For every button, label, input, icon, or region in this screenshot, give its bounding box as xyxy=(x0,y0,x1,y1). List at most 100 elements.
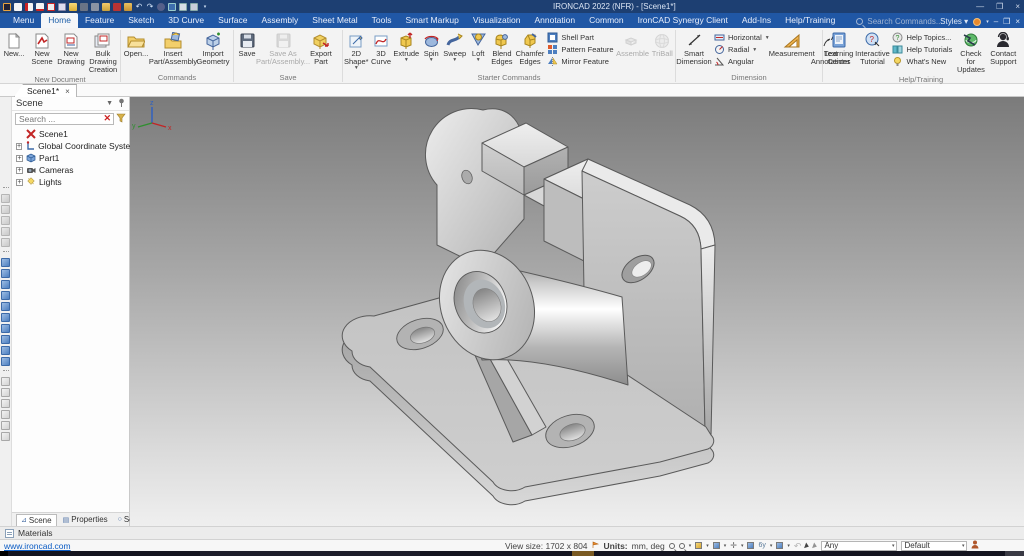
export-part-button[interactable]: Export Part xyxy=(306,30,336,67)
new-drawing-icon[interactable] xyxy=(36,3,44,11)
spin-button[interactable]: Spin▼ xyxy=(420,30,442,63)
render-style-icon[interactable] xyxy=(747,542,754,549)
expand-icon[interactable]: + xyxy=(16,155,23,162)
mirror-feature-button[interactable]: Mirror Feature xyxy=(547,56,613,67)
ribbon-close-button[interactable]: × xyxy=(1015,17,1020,26)
shaded-view-icon[interactable] xyxy=(776,542,783,549)
chamfer-edges-button[interactable]: Chamfer Edges xyxy=(515,30,546,67)
contact-support-button[interactable]: Contact Support xyxy=(988,30,1019,67)
redo-icon[interactable]: ↷ xyxy=(146,3,154,11)
snapshot-icon[interactable] xyxy=(168,3,176,11)
save-as-icon[interactable] xyxy=(91,3,99,11)
view-tool-icon[interactable] xyxy=(1,302,10,311)
tab-smart-markup[interactable]: Smart Markup xyxy=(399,13,466,28)
tab-feature[interactable]: Feature xyxy=(78,13,121,28)
iso-view-icon[interactable] xyxy=(713,542,720,549)
toolbar-grip[interactable] xyxy=(3,187,9,190)
blend-edges-button[interactable]: Blend Edges xyxy=(489,30,514,67)
qat-overflow-caret[interactable]: ▾ xyxy=(201,3,209,11)
measure-tool-icon[interactable] xyxy=(1,432,10,441)
notify-icon[interactable] xyxy=(113,3,121,11)
view-tool-icon[interactable] xyxy=(1,346,10,355)
measure-tool-icon[interactable] xyxy=(1,399,10,408)
view-tool-icon[interactable] xyxy=(1,280,10,289)
scene-search-input[interactable] xyxy=(16,114,86,124)
tab-add-ins[interactable]: Add-Ins xyxy=(735,13,778,28)
tab-surface[interactable]: Surface xyxy=(211,13,254,28)
style-brush-icon[interactable] xyxy=(102,3,110,11)
measure-tool-icon[interactable] xyxy=(1,388,10,397)
save-icon[interactable] xyxy=(80,3,88,11)
open-button[interactable]: Open... xyxy=(121,30,151,59)
user-icon[interactable] xyxy=(971,540,979,551)
close-button[interactable]: × xyxy=(1015,2,1020,11)
panel-icon-1[interactable] xyxy=(179,3,187,11)
view-tool-icon[interactable] xyxy=(1,313,10,322)
import-geometry-button[interactable]: Import Geometry xyxy=(195,30,231,67)
select-cursor-icon[interactable] xyxy=(805,542,811,549)
view-tool-icon[interactable] xyxy=(1,258,10,267)
whats-new-button[interactable]: What's New xyxy=(892,56,952,67)
learning-center-button[interactable]: Learning Center xyxy=(823,30,854,67)
tab-3d-curve[interactable]: 3D Curve xyxy=(161,13,211,28)
tab-properties-panel[interactable]: ▤ Properties xyxy=(59,514,112,526)
open-icon[interactable] xyxy=(69,3,77,11)
select-mode-icon[interactable] xyxy=(813,542,819,549)
2d-shape-button[interactable]: 2D Shape*▼ xyxy=(343,30,370,71)
shape-tool-icon[interactable] xyxy=(1,216,10,225)
catalog-icon[interactable] xyxy=(124,3,132,11)
extrude-button[interactable]: Extrude▼ xyxy=(392,30,420,63)
3d-curve-button[interactable]: 3D Curve xyxy=(370,30,393,67)
measure-tool-icon[interactable] xyxy=(1,421,10,430)
document-tab-scene1[interactable]: Scene1* × xyxy=(14,84,77,97)
tab-sketch[interactable]: Sketch xyxy=(121,13,161,28)
filter-icon[interactable] xyxy=(116,110,126,128)
expand-icon[interactable]: + xyxy=(16,143,22,150)
tab-scene-panel[interactable]: ⊿ Scene xyxy=(16,514,57,526)
part-model[interactable] xyxy=(130,97,1024,526)
view-tool-icon[interactable] xyxy=(1,357,10,366)
new-scene-icon[interactable] xyxy=(25,3,33,11)
clear-search-icon[interactable]: ✕ xyxy=(103,113,113,124)
check-for-updates-button[interactable]: Check for Updates xyxy=(954,30,987,75)
new-drawing-button[interactable]: New Drawing xyxy=(56,30,86,67)
tree-item-lights[interactable]: + Lights xyxy=(16,176,129,188)
undo-icon[interactable]: ↶ xyxy=(135,3,143,11)
minimize-button[interactable]: — xyxy=(976,2,984,11)
help-topics-button[interactable]: ? Help Topics... xyxy=(892,32,952,43)
tree-item-scene1[interactable]: Scene1 xyxy=(16,128,129,140)
expand-icon[interactable]: + xyxy=(16,179,23,186)
tab-assembly[interactable]: Assembly xyxy=(254,13,305,28)
help-tutorials-button[interactable]: Help Tutorials xyxy=(892,44,952,55)
shape-tool-icon[interactable] xyxy=(1,194,10,203)
assemble-button[interactable]: Assemble xyxy=(616,30,650,59)
tab-sheet-metal[interactable]: Sheet Metal xyxy=(305,13,364,28)
styles-menu[interactable]: Styles ▾ xyxy=(940,17,968,26)
expand-icon[interactable]: + xyxy=(16,167,23,174)
view-tool-icon[interactable] xyxy=(1,269,10,278)
panel-icon-2[interactable] xyxy=(190,3,198,11)
units-value[interactable]: mm, deg xyxy=(632,541,665,551)
view-undo-icon[interactable]: ↶ xyxy=(794,542,802,550)
tab-visualization[interactable]: Visualization xyxy=(466,13,528,28)
new-scene-button[interactable]: New Scene xyxy=(28,30,56,67)
toolbar-grip[interactable] xyxy=(3,370,9,373)
ribbon-options-caret[interactable]: ▾ xyxy=(986,19,989,25)
save-as-part-assembly-button[interactable]: Save As Part/Assembly... xyxy=(260,30,306,67)
horizontal-dimension-button[interactable]: Horizontal▼ xyxy=(714,32,770,43)
pattern-feature-button[interactable]: Pattern Feature xyxy=(547,44,613,55)
ribbon-minimize-button[interactable]: – xyxy=(994,17,998,26)
radial-dimension-button[interactable]: Radial▼ xyxy=(714,44,770,55)
tree-item-cameras[interactable]: + Cameras xyxy=(16,164,129,176)
new-document-icon[interactable] xyxy=(14,3,22,11)
measure-tool-icon[interactable] xyxy=(1,377,10,386)
shape-tool-icon[interactable] xyxy=(1,205,10,214)
loft-button[interactable]: Loft▼ xyxy=(467,30,489,63)
restore-button[interactable]: ❒ xyxy=(996,2,1003,11)
measurement-button[interactable]: Measurement xyxy=(772,30,812,59)
camera-view-icon[interactable] xyxy=(695,542,702,549)
feedback-smiley-icon[interactable] xyxy=(973,18,981,26)
tree-item-part1[interactable]: + Part1 xyxy=(16,152,129,164)
scene-search-box[interactable]: ✕ xyxy=(15,113,114,125)
tree-item-gcs[interactable]: + Global Coordinate System xyxy=(16,140,129,152)
